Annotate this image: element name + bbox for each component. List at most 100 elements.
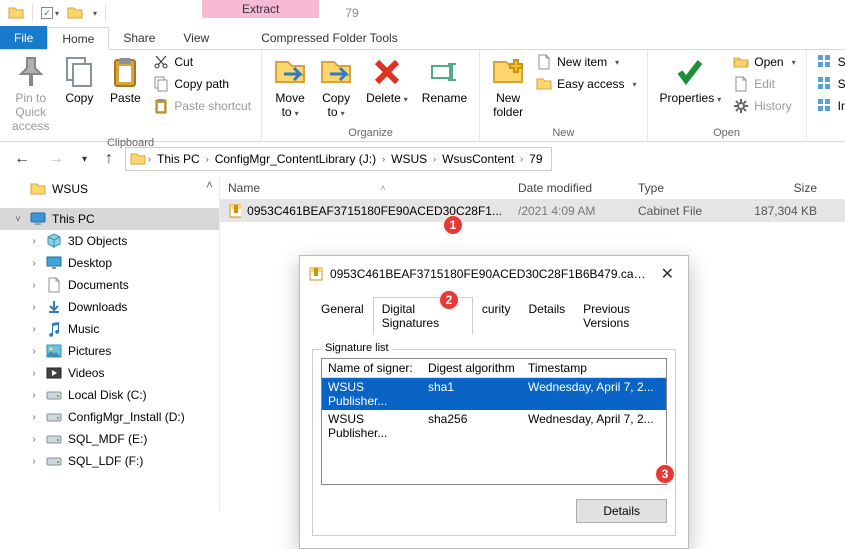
drive-icon (46, 409, 62, 425)
col-type[interactable]: Type (630, 181, 730, 195)
callout-marker-1: 1 (443, 215, 463, 235)
pin-icon (15, 56, 47, 88)
ribbon: Pin to Quick access Copy Paste Cut Copy … (0, 50, 845, 142)
new-folder-button[interactable]: New folder (486, 52, 530, 124)
tree-sql-ldf[interactable]: ›SQL_LDF (F:) (0, 450, 219, 472)
delete-icon (371, 56, 403, 88)
copy-path-icon (153, 76, 169, 92)
col-name[interactable]: Name˄ (220, 181, 510, 195)
tree-downloads[interactable]: ›Downloads (0, 296, 219, 318)
invert-selection-button[interactable]: Invert selection (813, 96, 845, 116)
copy-button[interactable]: Copy (57, 52, 101, 110)
signature-row[interactable]: WSUS Publisher... sha1 Wednesday, April … (322, 378, 666, 410)
details-button[interactable]: Details (576, 499, 667, 523)
copy-to-icon (320, 56, 352, 88)
scissors-icon (153, 54, 169, 70)
copy-icon (63, 56, 95, 88)
quick-access-toolbar: ✓▾ ▾ Extract 79 (0, 0, 845, 26)
column-headers: Name˄ Date modified Type Size (220, 176, 845, 200)
tree-local-disk-c[interactable]: ›Local Disk (C:) (0, 384, 219, 406)
tree-documents[interactable]: ›Documents (0, 274, 219, 296)
new-item-button[interactable]: New item▾ (532, 52, 640, 72)
crumb-wsus[interactable]: WSUS (387, 152, 431, 166)
paste-icon (109, 56, 141, 88)
open-button[interactable]: Open▾ (729, 52, 799, 72)
new-item-icon (536, 54, 552, 70)
callout-marker-2: 2 (439, 290, 459, 310)
tree-configmgr-install[interactable]: ›ConfigMgr_Install (D:) (0, 406, 219, 428)
move-to-icon (274, 56, 306, 88)
tab-previous-versions[interactable]: Previous Versions (574, 297, 676, 335)
qat-newfolder[interactable] (63, 3, 87, 23)
tree-scroll-up-icon[interactable]: ˄ (206, 178, 213, 192)
signature-row[interactable]: WSUS Publisher... sha256 Wednesday, Apri… (322, 410, 666, 442)
back-button[interactable]: ← (8, 148, 36, 170)
down-icon (46, 299, 62, 315)
group-clipboard: Pin to Quick access Copy Paste Cut Copy … (0, 50, 262, 141)
up-button[interactable]: ↑ (99, 148, 119, 170)
tree-wsus[interactable]: WSUS (0, 178, 219, 200)
file-size: 187,304 KB (730, 204, 825, 218)
crumb-library[interactable]: ConfigMgr_ContentLibrary (J:) (211, 152, 380, 166)
delete-button[interactable]: Delete▾ (360, 52, 414, 110)
copy-path-button[interactable]: Copy path (149, 74, 255, 94)
cut-button[interactable]: Cut (149, 52, 255, 72)
history-button[interactable]: History (729, 96, 799, 116)
rename-button[interactable]: Rename (416, 52, 473, 110)
invert-selection-icon (817, 98, 833, 114)
sig-col-name[interactable]: Name of signer: (322, 359, 422, 377)
tree-music[interactable]: ›Music (0, 318, 219, 340)
sig-col-alg[interactable]: Digest algorithm (422, 359, 522, 377)
address-bar[interactable]: › This PC› ConfigMgr_ContentLibrary (J:)… (125, 147, 551, 171)
move-to-button[interactable]: Move to▾ (268, 52, 312, 124)
easy-access-icon (536, 76, 552, 92)
edit-button[interactable]: Edit (729, 74, 799, 94)
contextual-tab-extract[interactable]: Extract (202, 0, 319, 18)
nav-tree[interactable]: ˄ WSUS ˅This PC ›3D Objects ›Desktop ›Do… (0, 176, 220, 511)
paste-shortcut-icon (153, 98, 169, 114)
easy-access-button[interactable]: Easy access▾ (532, 74, 640, 94)
group-open: Properties▾ Open▾ Edit History Open (648, 50, 807, 141)
close-button[interactable]: ✕ (655, 262, 680, 286)
properties-button[interactable]: Properties▾ (654, 52, 728, 110)
paste-shortcut-button[interactable]: Paste shortcut (149, 96, 255, 116)
select-all-icon (817, 54, 833, 70)
copy-to-button[interactable]: Copy to▾ (314, 52, 358, 124)
file-type: Cabinet File (630, 204, 730, 218)
paste-button[interactable]: Paste (103, 52, 147, 110)
select-all-button[interactable]: Select all (813, 52, 845, 72)
tree-3d-objects[interactable]: ›3D Objects (0, 230, 219, 252)
cube-icon (46, 233, 62, 249)
qat-properties[interactable]: ✓▾ (37, 5, 63, 21)
file-row[interactable]: 0953C461BEAF3715180FE90ACED30C28F1... /2… (220, 200, 845, 222)
tab-view[interactable]: View (169, 26, 223, 49)
tab-general[interactable]: General (312, 297, 373, 335)
qat-folder-icon[interactable] (4, 3, 28, 23)
tab-share[interactable]: Share (109, 26, 169, 49)
tree-desktop[interactable]: ›Desktop (0, 252, 219, 274)
drive-icon (46, 387, 62, 403)
tab-file[interactable]: File (0, 26, 47, 49)
crumb-this-pc[interactable]: This PC (153, 152, 204, 166)
dialog-title: 0953C461BEAF3715180FE90ACED30C28F1B6B479… (330, 267, 649, 281)
tree-pictures[interactable]: ›Pictures (0, 340, 219, 362)
tab-compressed-tools[interactable]: Compressed Folder Tools (247, 26, 412, 49)
file-name: 0953C461BEAF3715180FE90ACED30C28F1... (247, 204, 502, 218)
tree-sql-mdf[interactable]: ›SQL_MDF (E:) (0, 428, 219, 450)
sig-col-ts[interactable]: Timestamp (522, 359, 666, 377)
crumb-79[interactable]: 79 (525, 152, 546, 166)
tab-security[interactable]: curity (473, 297, 520, 335)
col-size[interactable]: Size (730, 181, 825, 195)
recent-locations[interactable]: ▾ (76, 152, 93, 167)
qat-dropdown[interactable]: ▾ (87, 7, 101, 20)
select-none-button[interactable]: Select none (813, 74, 845, 94)
tree-videos[interactable]: ›Videos (0, 362, 219, 384)
col-date[interactable]: Date modified (510, 181, 630, 195)
signature-table[interactable]: Name of signer: Digest algorithm Timesta… (321, 358, 667, 485)
pin-to-quick-access-button[interactable]: Pin to Quick access (6, 52, 55, 137)
tree-this-pc[interactable]: ˅This PC (0, 208, 219, 230)
forward-button[interactable]: → (42, 148, 70, 170)
tab-home[interactable]: Home (47, 27, 109, 50)
crumb-wsuscontent[interactable]: WsusContent (438, 152, 518, 166)
tab-details[interactable]: Details (519, 297, 574, 335)
